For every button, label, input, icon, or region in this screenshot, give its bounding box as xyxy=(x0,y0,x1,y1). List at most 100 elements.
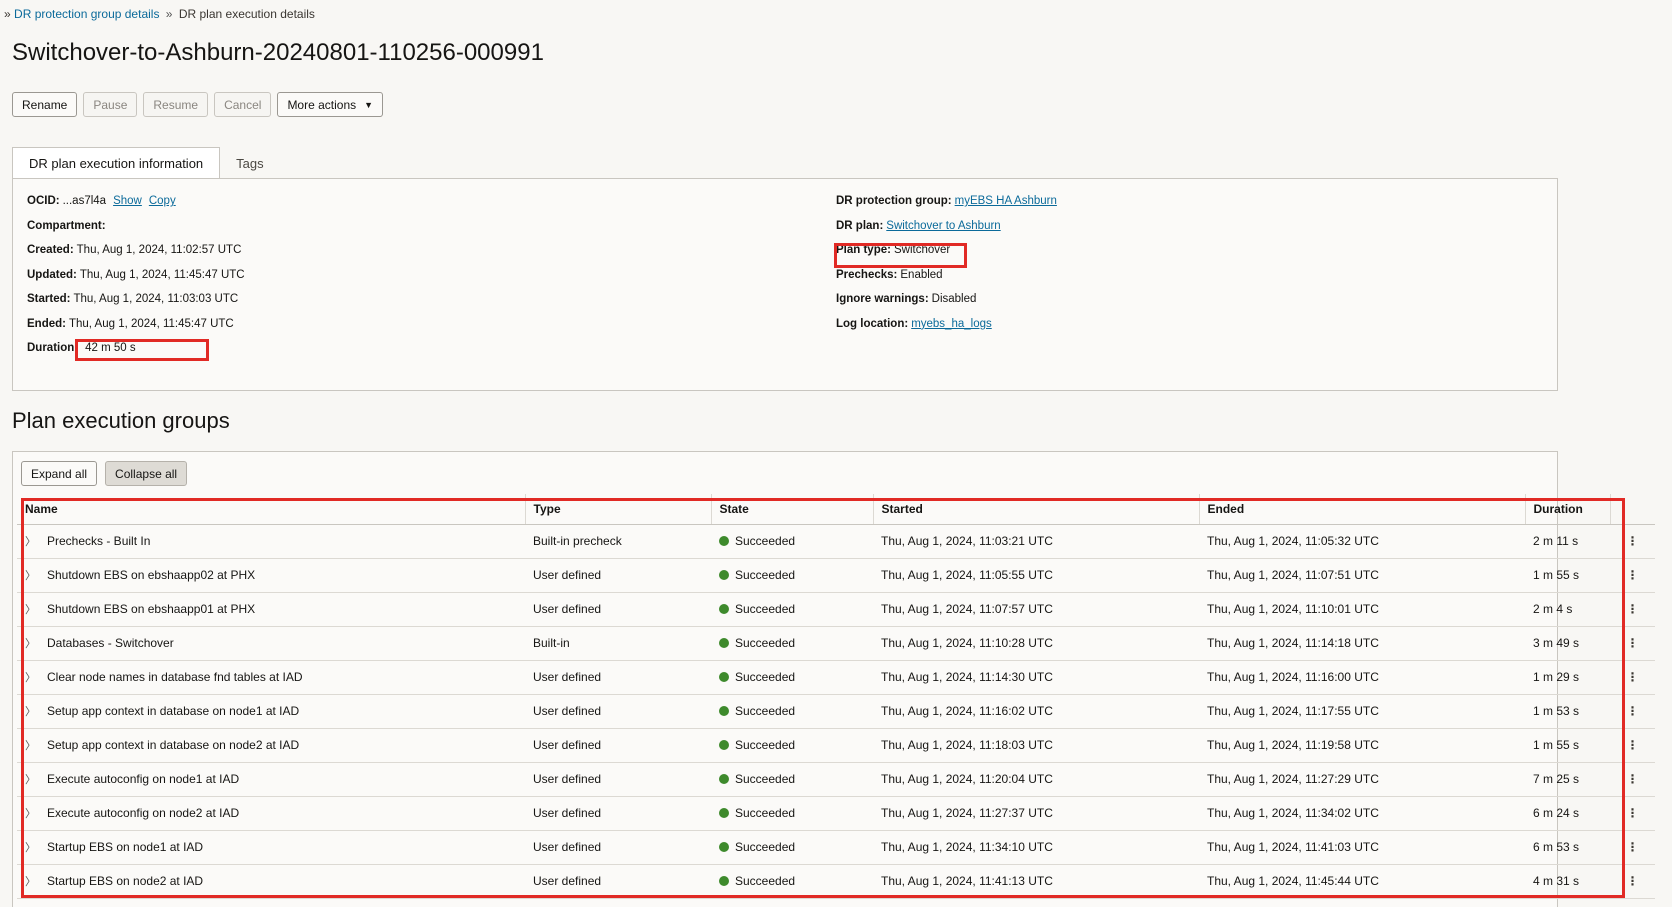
table-row: 〉 Startup EBS on node1 at IAD User define… xyxy=(17,830,1655,865)
chevron-right-icon[interactable]: 〉 xyxy=(25,533,47,549)
duration-label: Duration: xyxy=(27,342,79,355)
started-cell: Thu, Aug 1, 2024, 11:03:21 UTC xyxy=(873,524,1199,559)
kebab-menu-icon[interactable]: ⋮ xyxy=(1610,830,1655,865)
prechecks-value: Enabled xyxy=(900,268,943,281)
ended-cell: Thu, Aug 1, 2024, 11:10:01 UTC xyxy=(1199,592,1525,627)
tab-bar: DR plan execution information Tags xyxy=(12,147,280,179)
column-header-started[interactable]: Started xyxy=(872,494,1199,525)
kebab-menu-icon[interactable]: ⋮ xyxy=(1610,626,1655,661)
started-cell: Thu, Aug 1, 2024, 11:14:30 UTC xyxy=(873,660,1199,695)
log-location-label: Log location: xyxy=(836,317,909,330)
column-header-type[interactable]: Type xyxy=(524,494,711,525)
started-row: Started: Thu, Aug 1, 2024, 11:03:03 UTC xyxy=(27,287,379,312)
more-actions-button[interactable]: More actions ▼ xyxy=(277,92,384,117)
row-name: Databases - Switchover xyxy=(47,636,174,650)
ended-cell: Thu, Aug 1, 2024, 11:34:02 UTC xyxy=(1199,796,1525,831)
name-cell: 〉 Setup app context in database on node1 … xyxy=(17,694,525,729)
created-value: Thu, Aug 1, 2024, 11:02:57 UTC xyxy=(76,244,242,257)
chevron-right-icon[interactable]: 〉 xyxy=(25,805,47,821)
row-name: Clear node names in database fnd tables … xyxy=(47,670,303,684)
tab-dr-plan-execution-information[interactable]: DR plan execution information xyxy=(12,147,221,179)
pause-button[interactable]: Pause xyxy=(83,92,138,117)
rename-button[interactable]: Rename xyxy=(12,92,78,117)
row-name: Prechecks - Built In xyxy=(47,534,151,548)
plan-type-value: Switchover xyxy=(893,244,951,257)
started-label: Started: xyxy=(27,293,71,306)
name-cell: 〉 Execute autoconfig on node2 at IAD xyxy=(17,796,525,831)
cancel-button[interactable]: Cancel xyxy=(214,92,272,117)
state-cell: Succeeded xyxy=(711,626,873,661)
chevron-right-icon[interactable]: 〉 xyxy=(25,737,47,753)
type-cell: Built-in xyxy=(525,626,711,661)
ocid-show-link[interactable]: Show xyxy=(113,195,142,207)
kebab-menu-icon[interactable]: ⋮ xyxy=(1610,524,1655,559)
created-row: Created: Thu, Aug 1, 2024, 11:02:57 UTC xyxy=(27,238,379,263)
kebab-menu-icon[interactable]: ⋮ xyxy=(1610,796,1655,831)
ended-row: Ended: Thu, Aug 1, 2024, 11:45:47 UTC xyxy=(27,312,379,337)
ocid-copy-link[interactable]: Copy xyxy=(149,195,176,207)
column-header-duration[interactable]: Duration xyxy=(1524,494,1610,525)
row-name: Startup EBS on node2 at IAD xyxy=(47,874,204,888)
action-bar: Rename Pause Resume Cancel More actions … xyxy=(12,92,384,117)
state-cell: Succeeded xyxy=(711,864,873,899)
status-dot-icon xyxy=(719,536,729,546)
column-header-ended[interactable]: Ended xyxy=(1198,494,1525,525)
info-panel: OCID: ...as7l4a Show Copy Compartment: C… xyxy=(12,178,1558,391)
column-header-name[interactable]: Name xyxy=(17,494,525,525)
chevron-right-icon[interactable]: 〉 xyxy=(25,703,47,719)
state-cell: Succeeded xyxy=(711,558,873,593)
ocid-row: OCID: ...as7l4a Show Copy xyxy=(27,189,379,214)
kebab-menu-icon[interactable]: ⋮ xyxy=(1610,660,1655,695)
dr-plan-row: DR plan: Switchover to Ashburn xyxy=(836,214,1057,239)
duration-cell: 6 m 53 s xyxy=(1525,830,1610,865)
chevron-right-icon[interactable]: 〉 xyxy=(25,669,47,685)
status-dot-icon xyxy=(719,570,729,580)
dr-plan-link[interactable]: Switchover to Ashburn xyxy=(886,220,1000,232)
chevron-right-icon[interactable]: 〉 xyxy=(25,873,47,889)
expand-all-button[interactable]: Expand all xyxy=(21,461,98,486)
updated-row: Updated: Thu, Aug 1, 2024, 11:45:47 UTC xyxy=(27,263,379,288)
ended-cell: Thu, Aug 1, 2024, 11:17:55 UTC xyxy=(1199,694,1525,729)
log-location-link[interactable]: myebs_ha_logs xyxy=(911,318,992,330)
chevron-right-icon[interactable]: 〉 xyxy=(25,567,47,583)
tab-tags[interactable]: Tags xyxy=(220,147,279,179)
kebab-menu-icon[interactable]: ⋮ xyxy=(1610,864,1655,899)
status-dot-icon xyxy=(719,604,729,614)
compartment-row: Compartment: xyxy=(27,214,379,239)
chevron-right-icon[interactable]: 〉 xyxy=(25,839,47,855)
resume-button[interactable]: Resume xyxy=(143,92,209,117)
breadcrumb-link-protection-group[interactable]: DR protection group details xyxy=(14,7,159,21)
table-row: 〉 Shutdown EBS on ebshaapp01 at PHX User … xyxy=(17,592,1655,627)
chevron-right-icon[interactable]: 〉 xyxy=(25,635,47,651)
dr-plan-label: DR plan: xyxy=(836,219,884,232)
chevron-right-icon[interactable]: 〉 xyxy=(25,601,47,617)
row-name: Execute autoconfig on node2 at IAD xyxy=(47,806,240,820)
chevron-right-icon[interactable]: 〉 xyxy=(25,771,47,787)
ended-cell: Thu, Aug 1, 2024, 11:19:58 UTC xyxy=(1199,728,1525,763)
type-cell: User defined xyxy=(525,592,711,627)
protection-group-row: DR protection group: myEBS HA Ashburn xyxy=(836,189,1057,214)
duration-value: 42 m 50 s xyxy=(85,342,136,355)
status-dot-icon xyxy=(719,638,729,648)
started-cell: Thu, Aug 1, 2024, 11:05:55 UTC xyxy=(873,558,1199,593)
table-header-row: Name Type State Started Ended Duration xyxy=(17,494,1655,525)
kebab-menu-icon[interactable]: ⋮ xyxy=(1610,558,1655,593)
row-state: Succeeded xyxy=(735,704,796,718)
kebab-menu-icon[interactable]: ⋮ xyxy=(1610,728,1655,763)
column-header-state[interactable]: State xyxy=(710,494,873,525)
type-cell: User defined xyxy=(525,830,711,865)
status-dot-icon xyxy=(719,808,729,818)
kebab-menu-icon[interactable]: ⋮ xyxy=(1610,592,1655,627)
plan-execution-groups-table: Name Type State Started Ended Duration 〉… xyxy=(17,494,1655,899)
updated-label: Updated: xyxy=(27,268,77,281)
kebab-menu-icon[interactable]: ⋮ xyxy=(1610,694,1655,729)
row-state: Succeeded xyxy=(735,840,796,854)
kebab-menu-icon[interactable]: ⋮ xyxy=(1610,762,1655,797)
collapse-all-button[interactable]: Collapse all xyxy=(105,461,188,486)
protection-group-link[interactable]: myEBS HA Ashburn xyxy=(955,195,1057,207)
table-row: 〉 Execute autoconfig on node2 at IAD User… xyxy=(17,796,1655,831)
duration-cell: 2 m 4 s xyxy=(1525,592,1610,627)
table-row: 〉 Databases - Switchover Built-in Succeed… xyxy=(17,626,1655,661)
table-row: 〉 Clear node names in database fnd tables… xyxy=(17,660,1655,695)
name-cell: 〉 Shutdown EBS on ebshaapp02 at PHX xyxy=(17,558,525,593)
